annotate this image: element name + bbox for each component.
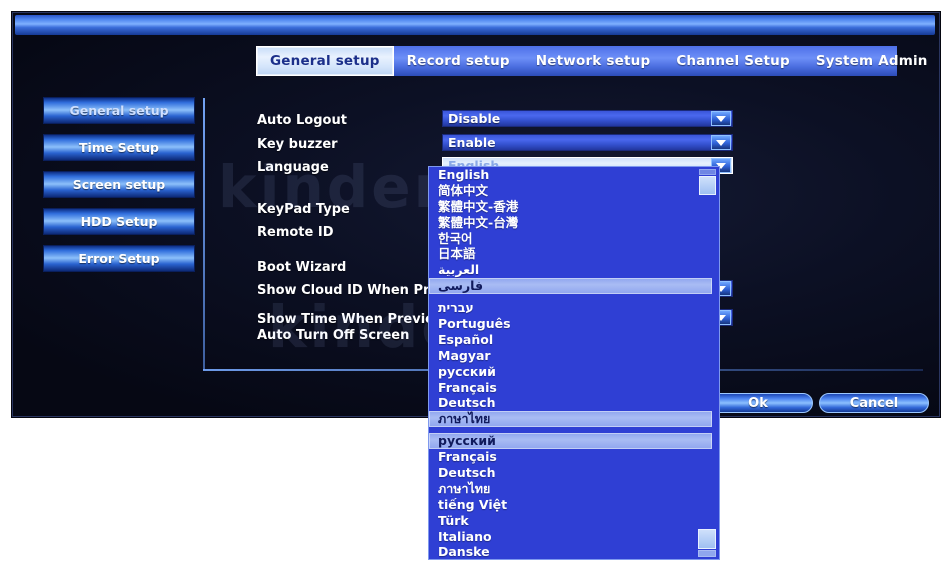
language-option[interactable]: 简体中文 xyxy=(429,183,719,199)
combo-auto-logout[interactable]: Disable xyxy=(442,110,733,127)
language-option[interactable]: Deutsch xyxy=(429,395,719,411)
language-option[interactable]: 日本語 xyxy=(429,246,719,262)
language-option[interactable]: tiếng Việt xyxy=(429,497,719,513)
language-option[interactable]: Français xyxy=(429,449,719,465)
form-label: Auto Logout xyxy=(257,112,347,128)
form-label: KeyPad Type xyxy=(257,201,350,217)
form-label: Language xyxy=(257,159,329,175)
form-label: Boot Wizard xyxy=(257,259,347,275)
language-option[interactable]: 繁體中文-台灣 xyxy=(429,215,719,231)
form-row: KeyPad Type xyxy=(257,200,350,218)
language-option[interactable]: Türk xyxy=(429,513,719,529)
language-option[interactable]: فارسی xyxy=(429,278,712,295)
chevron-down-icon[interactable] xyxy=(711,111,731,126)
sidebar-item-screen-setup[interactable]: Screen setup xyxy=(43,171,195,198)
sidebar: General setup Time Setup Screen setup HDD S… xyxy=(43,97,195,282)
scrollbar-thumb[interactable] xyxy=(699,176,716,195)
tab-channel-setup[interactable]: Channel Setup xyxy=(663,46,803,76)
sidebar-item-general-setup[interactable]: General setup xyxy=(43,97,195,124)
form-row: Auto Turn Off Screen xyxy=(257,326,409,344)
language-dropdown-list[interactable]: English 简体中文 繁體中文-香港 繁體中文-台灣 한국어 日本語 العربية فا… xyxy=(428,166,720,560)
form-row: Boot Wizard xyxy=(257,258,346,276)
window-title-strip xyxy=(15,15,935,35)
form-row: Language xyxy=(257,158,329,176)
language-option[interactable]: עברית xyxy=(429,300,719,316)
form-row: Auto Logout xyxy=(257,111,347,129)
language-option[interactable]: Magyar xyxy=(429,348,719,364)
language-option[interactable]: Italiano xyxy=(429,529,719,545)
form-label: Auto Turn Off Screen xyxy=(257,327,410,343)
language-option[interactable]: 한국어 xyxy=(429,231,719,247)
language-option[interactable]: العربية xyxy=(429,262,719,278)
language-option[interactable]: English xyxy=(429,167,719,183)
combo-value: Enable xyxy=(448,135,496,150)
language-option[interactable]: ภาษาไทย xyxy=(429,481,719,497)
language-option[interactable]: ภาษาไทย xyxy=(429,411,712,428)
combo-key-buzzer[interactable]: Enable xyxy=(442,134,733,151)
tab-record-setup[interactable]: Record setup xyxy=(394,46,523,76)
cancel-button[interactable]: Cancel xyxy=(819,393,929,413)
language-option[interactable]: Español xyxy=(429,332,719,348)
sidebar-item-time-setup[interactable]: Time Setup xyxy=(43,134,195,161)
combo-value: Disable xyxy=(448,111,501,126)
form-row: Remote ID xyxy=(257,223,334,241)
language-option[interactable]: Deutsch xyxy=(429,465,719,481)
sidebar-item-hdd-setup[interactable]: HDD Setup xyxy=(43,208,195,235)
tab-system-admin[interactable]: System Admin xyxy=(803,46,939,76)
scrollbar-track-top[interactable] xyxy=(699,169,716,175)
tab-network-setup[interactable]: Network setup xyxy=(523,46,664,76)
scrollbar-down-arrow[interactable] xyxy=(698,529,716,549)
form-label: Show Time When Preview xyxy=(257,311,447,327)
language-option[interactable]: 繁體中文-香港 xyxy=(429,199,719,215)
sidebar-divider xyxy=(203,98,205,370)
form-label: Remote ID xyxy=(257,224,334,240)
form-label: Key buzzer xyxy=(257,136,338,152)
chevron-down-icon[interactable] xyxy=(711,135,731,150)
language-option[interactable]: русский xyxy=(429,433,712,450)
tab-general-setup[interactable]: General setup xyxy=(256,46,394,76)
language-option[interactable]: Français xyxy=(429,380,719,396)
language-option[interactable]: Português xyxy=(429,316,719,332)
scrollbar-track-bottom[interactable] xyxy=(698,550,716,557)
language-option[interactable]: Danske xyxy=(429,544,719,559)
language-option[interactable]: русский xyxy=(429,364,719,380)
tab-bar: General setup Record setup Network setup Ch… xyxy=(256,46,927,76)
form-row: Key buzzer xyxy=(257,135,338,153)
language-option-container: English 简体中文 繁體中文-香港 繁體中文-台灣 한국어 日本語 العربية فا… xyxy=(429,167,719,559)
sidebar-item-error-setup[interactable]: Error Setup xyxy=(43,245,195,272)
